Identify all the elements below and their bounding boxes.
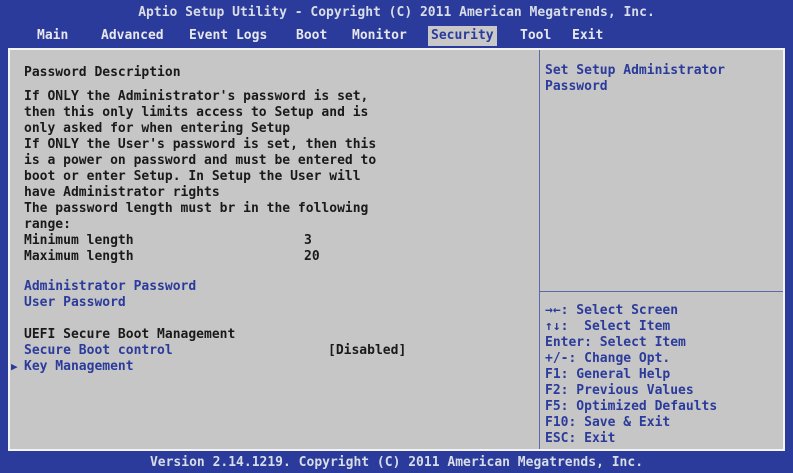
key-hint-change-opt: +/-: Change Opt.: [545, 351, 671, 366]
panel-divider: [539, 50, 540, 449]
version-footer: Version 2.14.1219. Copyright (C) 2011 Am…: [149, 455, 644, 470]
administrator-password-item[interactable]: Administrator Password: [24, 280, 196, 294]
tab-main[interactable]: Main: [34, 26, 71, 46]
section-title: Password Description: [24, 65, 181, 80]
key-hint-f1: F1: General Help: [545, 367, 671, 382]
description-line: If ONLY the User's password is set, then…: [24, 137, 377, 152]
tab-exit[interactable]: Exit: [569, 26, 606, 46]
secure-boot-control-item[interactable]: Secure Boot control: [24, 344, 173, 358]
key-hint-f5: F5: Optimized Defaults: [545, 399, 718, 414]
tab-event-logs[interactable]: Event Logs: [186, 26, 270, 46]
description-line: then this only limits access to Setup an…: [24, 105, 369, 120]
setup-panel: Password Description If ONLY the Adminis…: [8, 48, 785, 451]
tab-boot[interactable]: Boot: [293, 26, 330, 46]
key-hint-esc: ESC: Exit: [545, 431, 616, 446]
description-line: have Administrator rights: [24, 185, 220, 200]
description-line: only asked for when entering Setup: [24, 121, 291, 136]
min-length-label: Minimum length: [24, 233, 134, 248]
key-hint-select-screen: →←: Select Screen: [545, 303, 679, 318]
tab-monitor[interactable]: Monitor: [349, 26, 410, 46]
key-hint-enter: Enter: Select Item: [545, 335, 686, 350]
tab-tool[interactable]: Tool: [517, 26, 554, 46]
tab-security[interactable]: Security: [428, 26, 497, 46]
key-hint-f10: F10: Save & Exit: [545, 415, 671, 430]
menu-bar: Main Advanced Event Logs Boot Monitor Se…: [0, 26, 793, 46]
key-management-item[interactable]: Key Management: [24, 360, 134, 374]
tab-advanced[interactable]: Advanced: [98, 26, 167, 46]
help-text-line: Password: [545, 79, 608, 94]
description-line: If ONLY the Administrator's password is …: [24, 89, 369, 104]
help-text-line: Set Setup Administrator: [545, 63, 726, 78]
key-hint-f2: F2: Previous Values: [545, 383, 694, 398]
description-line: is a power on password and must be enter…: [24, 153, 377, 168]
max-length-label: Maximum length: [24, 249, 134, 264]
secure-boot-control-value[interactable]: [Disabled]: [328, 344, 406, 358]
max-length-value: 20: [304, 249, 320, 264]
submenu-arrow-icon: ▶: [11, 360, 18, 373]
min-length-value: 3: [304, 233, 312, 248]
help-divider: [540, 291, 783, 292]
user-password-item[interactable]: User Password: [24, 296, 126, 310]
app-title: Aptio Setup Utility - Copyright (C) 2011…: [138, 5, 655, 20]
uefi-section-title: UEFI Secure Boot Management: [24, 327, 236, 342]
key-hint-select-item: ↑↓: Select Item: [545, 319, 671, 334]
description-line: boot or enter Setup. In Setup the User w…: [24, 169, 361, 184]
description-line: The password length must br in the follo…: [24, 201, 369, 216]
description-line: range:: [24, 217, 71, 232]
